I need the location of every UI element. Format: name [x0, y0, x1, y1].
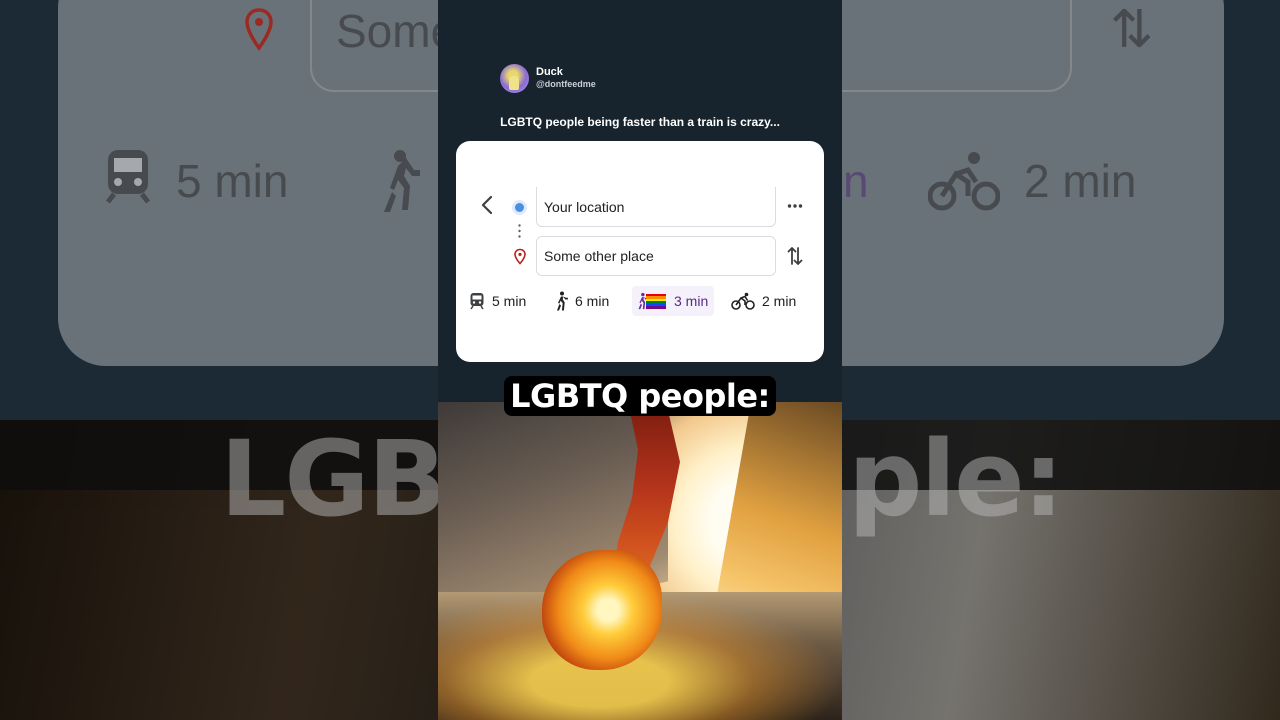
background-caption: LGB ple: — [220, 418, 1064, 540]
more-options-icon[interactable] — [786, 197, 804, 215]
background-train-time: 5 min — [176, 155, 289, 207]
background-bike-icon — [927, 150, 1001, 225]
avatar[interactable] — [500, 63, 529, 93]
route-dots-icon — [518, 224, 521, 238]
origin-dot-icon — [515, 203, 524, 212]
background-pin-icon — [244, 8, 274, 57]
pride-time: 3 min — [674, 293, 709, 309]
bike-icon — [731, 292, 755, 310]
destination-field[interactable]: Some other place — [536, 236, 776, 276]
tweet-header: Duck @dontfeedme — [500, 63, 596, 93]
origin-field[interactable]: Your location — [536, 187, 776, 227]
directions-card: Your location Some other place 5 min 6 m… — [456, 141, 824, 362]
author-handle: @dontfeedme — [536, 79, 596, 89]
walk-time: 6 min — [575, 293, 610, 309]
runner-photo — [438, 402, 842, 720]
caption-text: LGBTQ people: — [504, 376, 776, 416]
walk-icon — [557, 291, 568, 311]
train-time: 5 min — [492, 293, 527, 309]
caption: LGBTQ people: — [438, 376, 842, 416]
background-train-icon — [102, 146, 154, 219]
mode-walk[interactable]: 6 min — [554, 286, 609, 316]
background-lgbtq-partial: n — [843, 155, 869, 207]
back-arrow-icon[interactable] — [478, 194, 496, 216]
bike-time: 2 min — [762, 293, 797, 309]
author-names: Duck @dontfeedme — [536, 66, 596, 90]
swap-icon[interactable] — [787, 245, 803, 267]
background-swap-icon: ⇅ — [1110, 1, 1154, 59]
background-caption-left: LGB — [220, 418, 447, 540]
video-frame: Duck @dontfeedme LGBTQ people being fast… — [438, 0, 842, 720]
background-caption-right: ple: — [848, 418, 1064, 540]
train-icon — [470, 293, 484, 310]
pride-flag-icon — [646, 293, 666, 309]
photo-glowing-shoe — [542, 550, 662, 670]
background-walk-icon — [376, 148, 420, 227]
tweet-text: LGBTQ people being faster than a train i… — [500, 115, 780, 129]
mode-pride[interactable]: 3 min — [632, 286, 715, 316]
background-bike-time: 2 min — [1024, 155, 1137, 207]
destination-pin-icon — [514, 248, 526, 265]
travel-modes: 5 min 6 min 3 min 2 min — [456, 286, 824, 316]
mode-bike[interactable]: 2 min — [731, 286, 796, 316]
author-name: Duck — [536, 66, 563, 78]
mode-train[interactable]: 5 min — [469, 286, 526, 316]
